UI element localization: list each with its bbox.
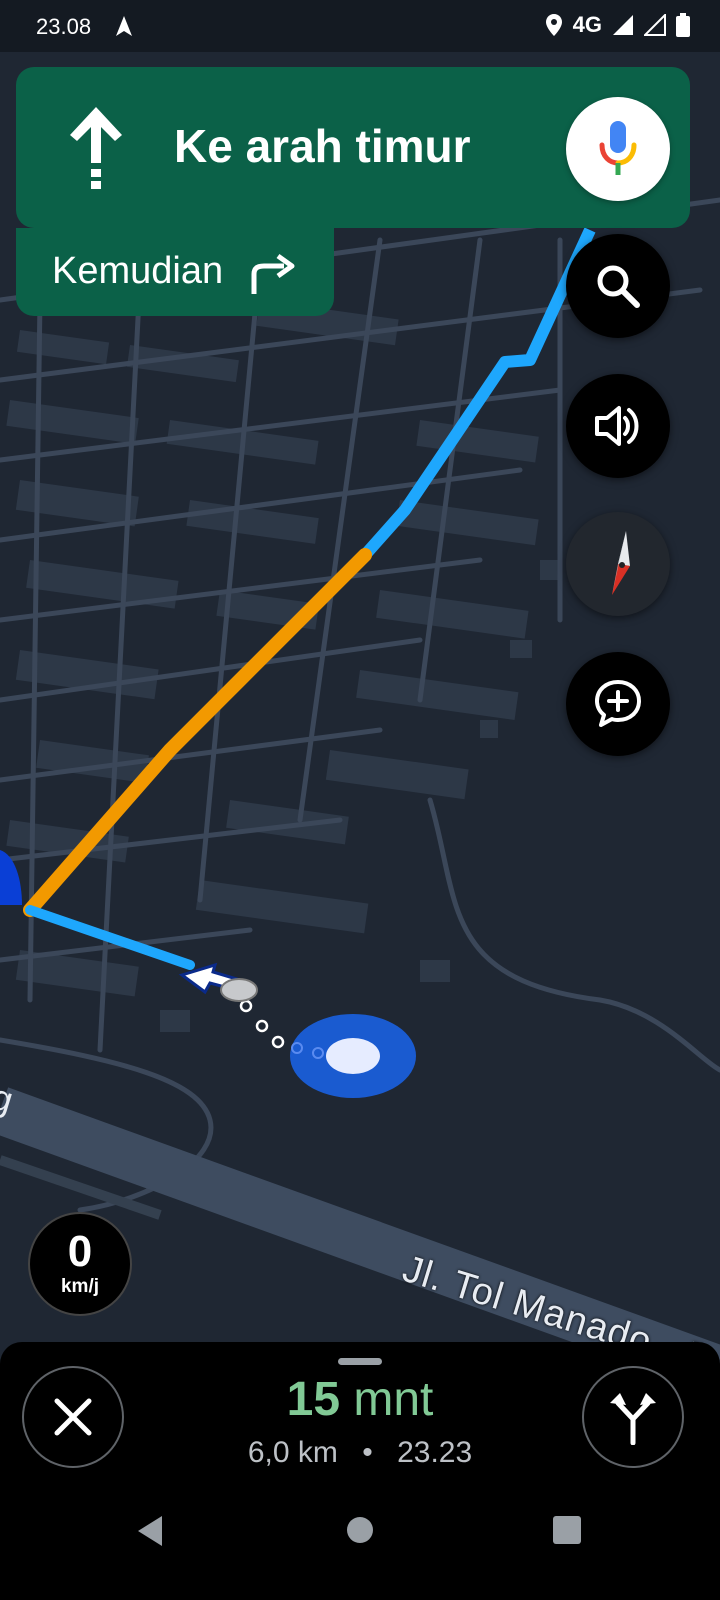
- add-report-button[interactable]: [566, 652, 670, 756]
- next-step-box[interactable]: Kemudian: [16, 228, 334, 316]
- voice-search-button[interactable]: [566, 97, 670, 201]
- location-icon: [545, 14, 562, 36]
- status-icons: 4G: [545, 12, 690, 38]
- then-label: Kemudian: [52, 250, 224, 292]
- alternate-routes-icon: [610, 1393, 656, 1445]
- separator-dot: •: [362, 1436, 373, 1469]
- compass-button[interactable]: [566, 512, 670, 616]
- home-icon[interactable]: [346, 1516, 374, 1544]
- duration-unit: mnt: [353, 1373, 434, 1426]
- back-icon[interactable]: [134, 1514, 166, 1548]
- status-bar: 23.08 4G: [0, 0, 720, 52]
- trip-summary-sheet[interactable]: 15 mnt 6,0 km • 23.23: [0, 1342, 720, 1492]
- trip-distance: 6,0 km: [247, 1436, 338, 1469]
- system-nav-bar: [0, 1492, 720, 1600]
- speed-value: 0: [67, 1227, 93, 1276]
- navigation-status-icon: [116, 16, 132, 36]
- signal-icon: [613, 15, 633, 35]
- duration-value: 15: [286, 1373, 341, 1426]
- signal-empty-icon: [644, 14, 666, 36]
- search-button[interactable]: [566, 234, 670, 338]
- microphone-icon: [599, 121, 637, 175]
- straight-arrow-icon: [70, 107, 122, 189]
- alternate-routes-button[interactable]: [582, 1366, 684, 1468]
- add-report-icon: [595, 680, 641, 727]
- arrival-time: 23.23: [397, 1436, 473, 1469]
- status-time: 23.08: [36, 14, 92, 39]
- instruction-text: Ke arah timur: [174, 120, 471, 172]
- recents-icon[interactable]: [553, 1516, 581, 1544]
- compass-icon: [612, 531, 630, 595]
- direction-banner[interactable]: Ke arah timur: [16, 67, 690, 228]
- network-type: 4G: [572, 12, 602, 37]
- speedometer: 0 km/j: [28, 1212, 132, 1316]
- turn-right-icon: [251, 253, 295, 294]
- sound-button[interactable]: [566, 374, 670, 478]
- search-icon: [597, 265, 640, 308]
- battery-icon: [676, 13, 690, 37]
- sheet-drag-handle[interactable]: [338, 1358, 382, 1365]
- volume-icon: [595, 406, 639, 446]
- speed-unit: km/j: [60, 1276, 100, 1297]
